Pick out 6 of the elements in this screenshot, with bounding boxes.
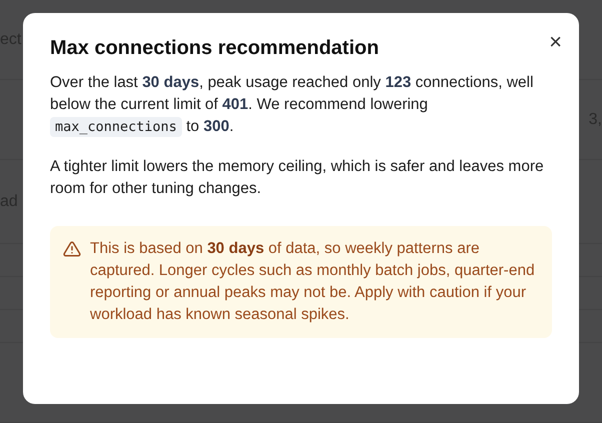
close-button[interactable]: ×: [545, 29, 566, 55]
note-text: A tighter limit lowers the memory ceiling, which is safer and leaves more room for other tuning changes.: [50, 157, 545, 199]
summary-text: Over the last 30 days, peak usage reached only 123 connections, well below the current limit of 401. We recommend lowering max_connections to 300.: [50, 73, 534, 138]
warning-icon: [63, 240, 81, 258]
warning-text: This is based on 30 days of data, so weekly patterns are captured. Longer cycles such as monthly batch jobs, quarter-end reporting or annual peaks may not be. Apply with caution if your workload has known seasonal spikes.: [90, 239, 536, 325]
dialog-title: Max connections recommendation: [50, 37, 380, 60]
